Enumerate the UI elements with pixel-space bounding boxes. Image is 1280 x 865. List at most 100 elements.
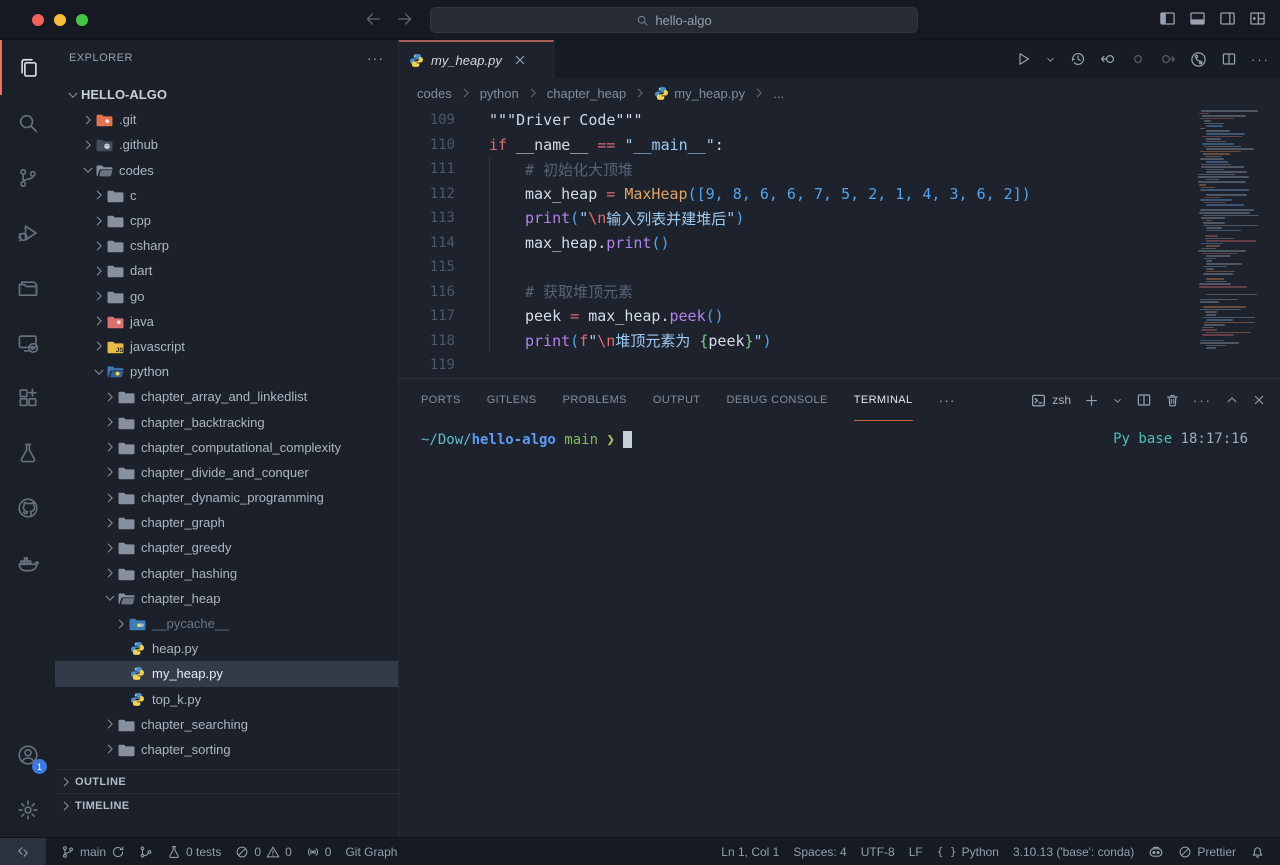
panel-tab-debug-console[interactable]: DEBUG CONSOLE [727,379,828,421]
breadcrumb-my-heap-py[interactable]: my_heap.py [654,86,745,101]
activity-settings[interactable] [0,782,55,837]
outline-section-header[interactable]: OUTLINE [55,769,398,793]
tab-my-heap-py[interactable]: my_heap.py [399,40,554,78]
tree-item-csharp[interactable]: csharp [55,233,398,258]
breadcrumb-chapter-heap[interactable]: chapter_heap [547,86,627,101]
status-ports[interactable]: 0 [299,838,339,865]
terminal-shell-selector[interactable]: zsh [1031,393,1071,408]
new-terminal-button[interactable] [1084,393,1099,408]
tree-item-chapter-heap[interactable]: chapter_heap [55,586,398,611]
toggle-panel-button[interactable] [1189,10,1206,27]
tree-item-hello-algo[interactable]: HELLO-ALGO [55,82,398,107]
activity-testing[interactable] [0,425,55,480]
status-notifications[interactable] [1243,838,1272,865]
activity-github[interactable] [0,480,55,535]
maximize-panel-button[interactable] [1225,393,1239,407]
window-close-button[interactable] [32,14,44,26]
tree-item-cpp[interactable]: cpp [55,208,398,233]
command-center-search[interactable]: hello-algo [430,7,918,33]
activity-search[interactable] [0,95,55,150]
tree-item-my-heap-py[interactable]: my_heap.py [55,661,398,686]
tree-item-codes[interactable]: codes [55,158,398,183]
activity-source-control[interactable] [0,150,55,205]
code-editor[interactable]: 109"""Driver Code"""110if __name__ == "_… [399,108,1280,378]
tree-item-chapter-hashing[interactable]: chapter_hashing [55,561,398,586]
terminal-dropdown-button[interactable] [1112,395,1123,406]
window-minimize-button[interactable] [54,14,66,26]
split-terminal-button[interactable] [1136,392,1152,408]
panel-tab-problems[interactable]: PROBLEMS [563,379,627,421]
tree-item-python[interactable]: python [55,359,398,384]
status-cursor-position[interactable]: Ln 1, Col 1 [714,838,786,865]
panel-tab-output[interactable]: OUTPUT [653,379,701,421]
breadcrumb-codes[interactable]: codes [417,86,452,101]
gitlens-graph-button[interactable] [1190,51,1207,68]
activity-project-manager[interactable] [0,260,55,315]
explorer-more-actions-button[interactable]: ··· [367,50,384,66]
tree-item-chapter-greedy[interactable]: chapter_greedy [55,535,398,560]
activity-remote-explorer[interactable] [0,315,55,370]
tab-close-icon[interactable] [513,53,527,67]
activity-extensions[interactable] [0,370,55,425]
panel-more-button[interactable]: ··· [1193,394,1212,407]
status-language-mode[interactable]: { }Python [930,838,1006,865]
change-button[interactable] [1130,51,1146,67]
close-panel-button[interactable] [1252,393,1266,407]
tree-item-chapter-sorting[interactable]: chapter_sorting [55,737,398,762]
panel-tab-terminal[interactable]: TERMINAL [854,379,913,421]
tree-item-chapter-divide-and-conquer[interactable]: chapter_divide_and_conquer [55,460,398,485]
customize-layout-button[interactable] [1249,10,1266,27]
tree-item-heap-py[interactable]: heap.py [55,636,398,661]
status-encoding[interactable]: UTF-8 [854,838,902,865]
status-remote-indicator[interactable] [0,838,46,865]
tree-item-javascript[interactable]: JSjavascript [55,334,398,359]
status-tests[interactable]: 0 tests [160,838,228,865]
status-git-graph[interactable]: Git Graph [338,838,404,865]
breadcrumb-python[interactable]: python [480,86,519,101]
tree-item-chapter-array-and-linkedlist[interactable]: chapter_array_and_linkedlist [55,384,398,409]
tree-item-go[interactable]: go [55,284,398,309]
window-maximize-button[interactable] [76,14,88,26]
tree-item-chapter-dynamic-programming[interactable]: chapter_dynamic_programming [55,485,398,510]
kill-terminal-button[interactable] [1165,393,1180,408]
status-eol[interactable]: LF [902,838,930,865]
activity-docker[interactable] [0,535,55,590]
panel-tab-ports[interactable]: PORTS [421,379,461,421]
more-actions-button[interactable]: ··· [1251,53,1270,66]
toggle-primary-sidebar-button[interactable] [1159,10,1176,27]
next-change-button[interactable] [1160,51,1176,67]
status-indentation[interactable]: Spaces: 4 [786,838,853,865]
panel-tab-gitlens[interactable]: GITLENS [487,379,537,421]
tree-item-chapter-computational-complexity[interactable]: chapter_computational_complexity [55,435,398,460]
tree-item-chapter-backtracking[interactable]: chapter_backtracking [55,409,398,434]
toggle-secondary-sidebar-button[interactable] [1219,10,1236,27]
navigate-back-button[interactable] [364,10,382,28]
tree-item-dart[interactable]: dart [55,258,398,283]
status-problems[interactable]: 00 [228,838,298,865]
activity-explorer[interactable] [0,40,55,95]
tree-item-chapter-graph[interactable]: chapter_graph [55,510,398,535]
breadcrumb--[interactable]: ... [773,86,784,101]
tree-item-chapter-searching[interactable]: chapter_searching [55,712,398,737]
status-python-interpreter[interactable]: 3.10.13 ('base': conda) [1006,838,1141,865]
tree-item-c[interactable]: c [55,183,398,208]
timeline-section-header[interactable]: TIMELINE [55,793,398,817]
terminal-content[interactable]: ~/Dow/hello-algo main ❯ Py base 18:17:16 [421,431,1266,829]
activity-accounts[interactable]: 1 [0,727,55,782]
timeline-history-button[interactable] [1070,51,1086,67]
run-python-file-button[interactable] [1015,51,1031,67]
panel-tabs-more-button[interactable]: ··· [939,392,956,408]
tree-item-java[interactable]: java [55,309,398,334]
status-prettier[interactable]: Prettier [1171,838,1243,865]
activity-run-debug[interactable] [0,205,55,260]
tree-item--pycache-[interactable]: __pycache__ [55,611,398,636]
tree-item--git[interactable]: .git [55,107,398,132]
run-dropdown-button[interactable] [1045,54,1056,65]
split-editor-button[interactable] [1221,51,1237,67]
navigate-forward-button[interactable] [396,10,414,28]
status-git-graph-view[interactable] [132,838,160,865]
previous-change-button[interactable] [1100,51,1116,67]
tree-item--github[interactable]: .github [55,132,398,157]
tree-item-top-k-py[interactable]: top_k.py [55,687,398,712]
status-git-branch[interactable]: main [54,838,132,865]
